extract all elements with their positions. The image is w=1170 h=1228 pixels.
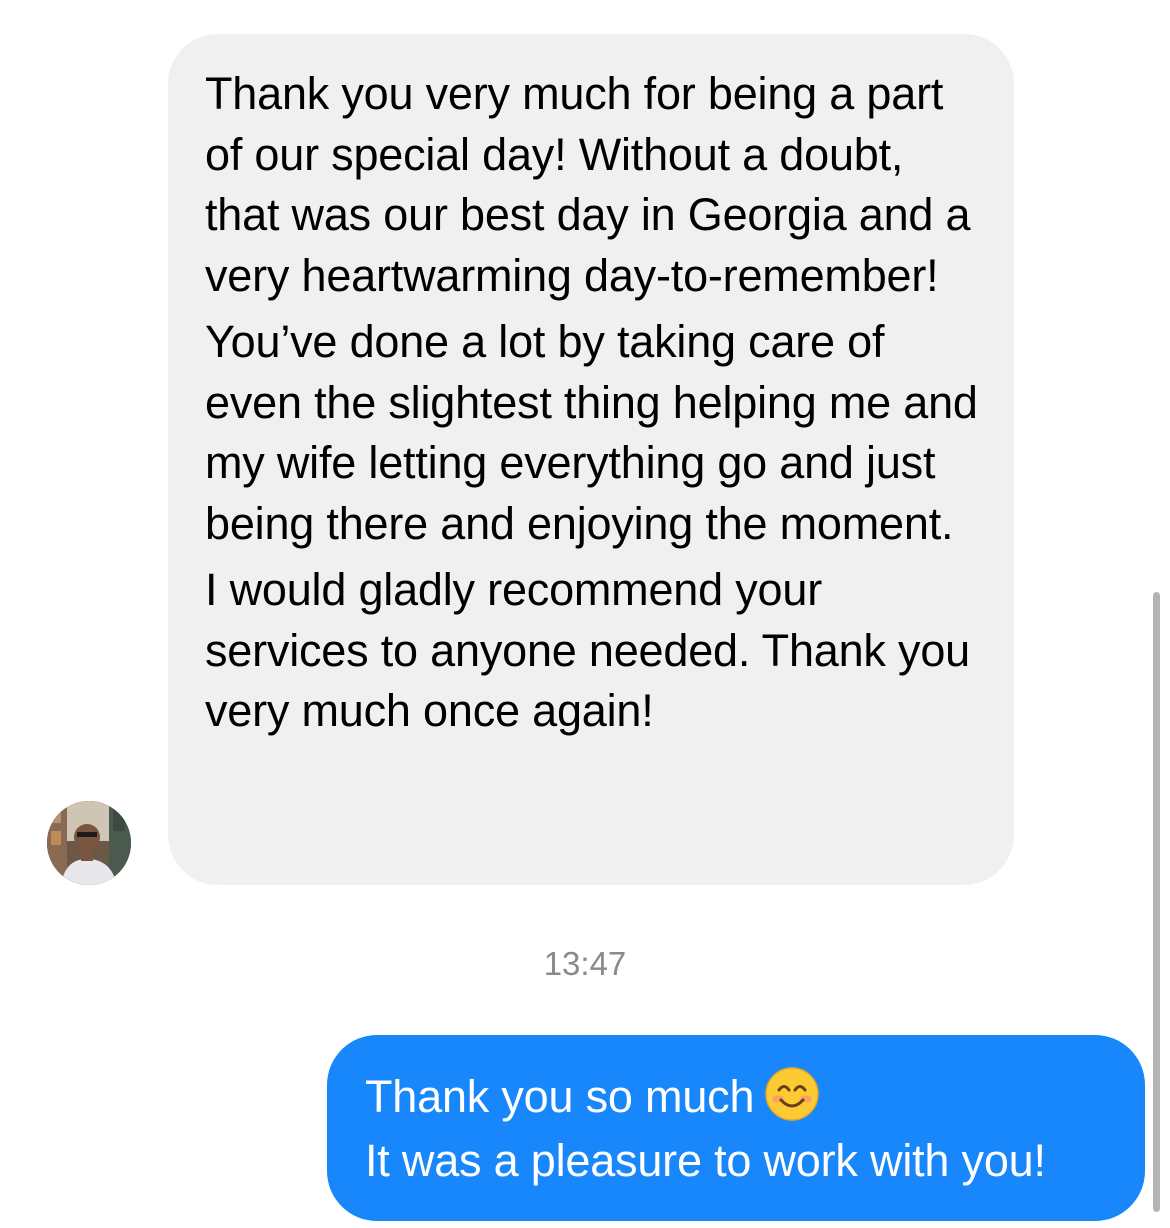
scrollbar[interactable] bbox=[1153, 592, 1160, 1212]
outgoing-message-line: It was a pleasure to work with you! bbox=[365, 1135, 1046, 1186]
contact-avatar[interactable] bbox=[47, 801, 131, 885]
outgoing-message-line: Thank you so much bbox=[365, 1065, 1115, 1129]
message-timestamp: 13:47 bbox=[543, 945, 627, 982]
outgoing-message-bubble[interactable]: Thank you so much It was a pleasure to w… bbox=[327, 1035, 1145, 1221]
smiling-face-icon bbox=[764, 1066, 820, 1122]
incoming-message-paragraph: I would gladly recommend your services t… bbox=[205, 564, 970, 736]
incoming-message-paragraph: Thank you very much for being a part of … bbox=[205, 68, 971, 301]
message-thread[interactable]: Thank you very much for being a part of … bbox=[0, 0, 1170, 1228]
incoming-message-bubble[interactable]: Thank you very much for being a part of … bbox=[168, 34, 1014, 885]
outgoing-message-text: Thank you so much bbox=[365, 1071, 755, 1122]
incoming-message-paragraph: You’ve done a lot by taking care of even… bbox=[205, 316, 978, 549]
avatar-photo-icon bbox=[47, 801, 131, 885]
